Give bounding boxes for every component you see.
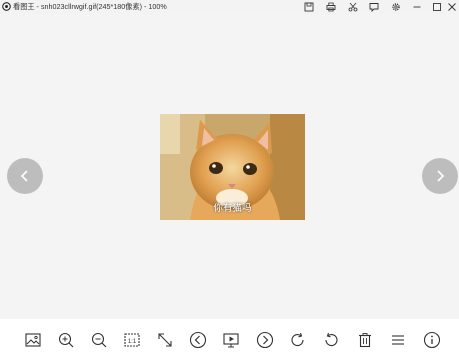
chevron-left-icon [20,170,28,182]
delete-button[interactable] [354,329,376,351]
title-bar: 看图王 - snh023cllrwgif.gif(245*180像素) - 10… [0,0,459,14]
cut-button[interactable] [346,1,360,13]
info-icon [423,331,441,349]
maximize-button[interactable] [430,1,444,13]
close-icon [448,3,456,11]
save-button[interactable] [302,1,316,13]
fit-expand-icon [158,333,172,347]
bottom-toolbar: 1:1 [0,319,459,364]
next-image-button[interactable] [422,158,458,194]
print-icon [326,2,336,12]
window-title: 看图王 - snh023cllrwgif.gif(245*180像素) - 10… [13,2,167,11]
menu-button[interactable] [387,329,409,351]
next-icon [256,331,274,349]
settings-icon [392,3,400,11]
maximize-icon [433,3,441,11]
image-caption: 你有猫吗 [213,203,252,214]
chevron-right-icon [437,170,445,182]
rotate-clockwise-button[interactable] [287,329,309,351]
app-logo-icon [2,2,11,11]
cut-icon [348,2,358,12]
zoom-out-icon [91,332,107,348]
slideshow-icon [223,333,239,348]
previous-button[interactable] [187,329,209,351]
rotate-clockwise-icon [291,332,304,347]
zoom-in-icon [58,332,74,348]
previous-icon [189,331,207,349]
minimize-button[interactable] [410,1,424,13]
save-icon [304,2,314,12]
svg-text:1:1: 1:1 [128,339,137,345]
slideshow-button[interactable] [220,329,242,351]
previous-image-button[interactable] [7,158,43,194]
settings-button[interactable] [389,1,403,13]
info-button[interactable] [421,329,443,351]
comment-icon [369,3,379,12]
delete-icon [359,333,371,348]
rotate-counterclockwise-button[interactable] [320,329,342,351]
print-button[interactable] [324,1,338,13]
open-image-button[interactable] [22,329,44,351]
displayed-image[interactable]: 你有猫吗 [160,114,305,220]
comment-button[interactable] [367,1,381,13]
close-button[interactable] [445,1,459,13]
next-button[interactable] [254,329,276,351]
menu-icon [392,335,404,345]
actual-size-icon: 1:1 [124,333,140,347]
rotate-counterclockwise-icon [325,332,338,347]
fit-window-button[interactable] [154,329,176,351]
zoom-out-button[interactable] [88,329,110,351]
zoom-in-button[interactable] [55,329,77,351]
image-icon [25,333,41,347]
minimize-icon [413,6,421,8]
actual-size-button[interactable]: 1:1 [121,329,143,351]
